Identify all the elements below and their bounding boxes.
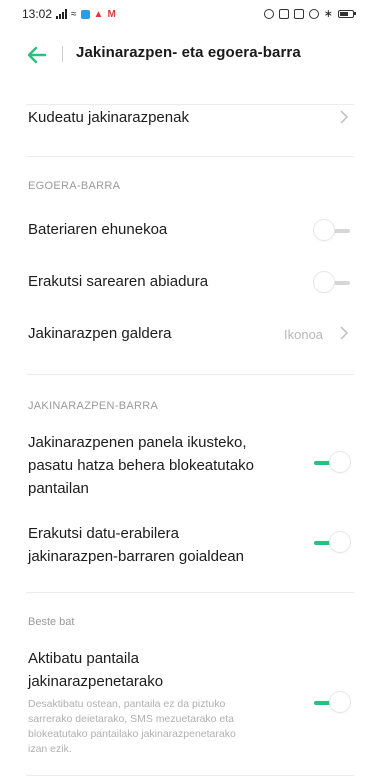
toggle-knob — [314, 220, 334, 240]
status-left: 13:02 ≈ ▲ M — [22, 7, 116, 21]
desc-line: sarrerako deietarako, SMS mezuetarako et… — [28, 713, 235, 725]
notification-style-value: Ikonoa — [284, 327, 324, 342]
manage-notifications-label: Kudeatu jakinarazpenak — [28, 109, 189, 126]
desc-line: Desaktibatu ostean, pantaila ez da piztu… — [28, 698, 226, 710]
app-notification-icon — [80, 9, 90, 19]
label-line: Jakinarazpenen panela ikusteko, — [28, 434, 247, 451]
data-usage-label: Erakutsi datu-erabilera jakinarazpen-bar… — [28, 522, 244, 568]
divider — [26, 156, 354, 157]
vibrate-icon — [293, 8, 304, 19]
toggle-knob — [330, 452, 350, 472]
status-time: 13:02 — [22, 7, 53, 21]
eye-comfort-icon — [263, 8, 274, 19]
bluetooth-icon: ∗ — [323, 8, 333, 20]
chevron-right-icon — [340, 326, 349, 340]
battery-percentage-toggle[interactable] — [314, 220, 350, 242]
data-usage-toggle[interactable] — [314, 532, 350, 554]
divider — [26, 374, 354, 375]
notification-style-label: Jakinarazpen galdera — [28, 325, 172, 342]
wake-screen-description: Desaktibatu ostean, pantaila ez da piztu… — [28, 697, 236, 757]
wake-screen-label: Aktibatu pantaila jakinarazpenetarako — [28, 647, 163, 693]
label-line: pasatu hatza behera blokeatutako — [28, 457, 255, 474]
wake-screen-toggle[interactable] — [314, 692, 350, 714]
label-line: pantailan — [28, 480, 89, 497]
toggle-knob — [330, 532, 350, 552]
battery-icon — [338, 9, 356, 18]
label-line: Aktibatu pantaila — [28, 650, 139, 667]
toggle-knob — [330, 692, 350, 712]
section-header: Beste bat — [28, 616, 75, 628]
alarm-icon — [308, 8, 319, 19]
network-speed-label: Erakutsi sarearen abiadura — [28, 273, 209, 290]
wifi-icon: ≈ — [71, 8, 77, 20]
battery-percentage-label: Bateriaren ehunekoa — [28, 221, 168, 238]
section-header: EGOERA-BARRA — [28, 180, 121, 192]
header-divider — [62, 46, 63, 62]
chevron-right-icon — [340, 110, 349, 124]
status-right: ∗ — [263, 7, 356, 20]
divider — [26, 104, 354, 105]
back-arrow-icon[interactable] — [26, 44, 48, 66]
section-header: JAKINARAZPEN-BARRA — [28, 400, 159, 412]
label-line: Erakutsi datu-erabilera — [28, 525, 179, 542]
status-bar: 13:02 ≈ ▲ M ∗ — [0, 0, 368, 26]
divider — [26, 775, 354, 776]
nfc-icon — [278, 8, 289, 19]
desc-line: izan ezik. — [28, 743, 72, 755]
label-line: jakinarazpenetarako — [28, 673, 164, 690]
swipe-panel-toggle[interactable] — [314, 452, 350, 474]
swipe-panel-label: Jakinarazpenen panela ikusteko, pasatu h… — [28, 431, 254, 500]
page-title: Jakinarazpen- eta egoera-barra — [76, 44, 301, 61]
divider — [26, 592, 354, 593]
game-notification-icon: ▲ — [93, 8, 104, 20]
label-line: jakinarazpen-barraren goialdean — [28, 548, 244, 565]
mail-notification-icon: M — [107, 8, 116, 20]
signal-icon — [56, 9, 68, 19]
desc-line: blokeatutako pantailako jakinarazpenetar… — [28, 728, 236, 740]
toggle-knob — [314, 272, 334, 292]
network-speed-toggle[interactable] — [314, 272, 350, 294]
